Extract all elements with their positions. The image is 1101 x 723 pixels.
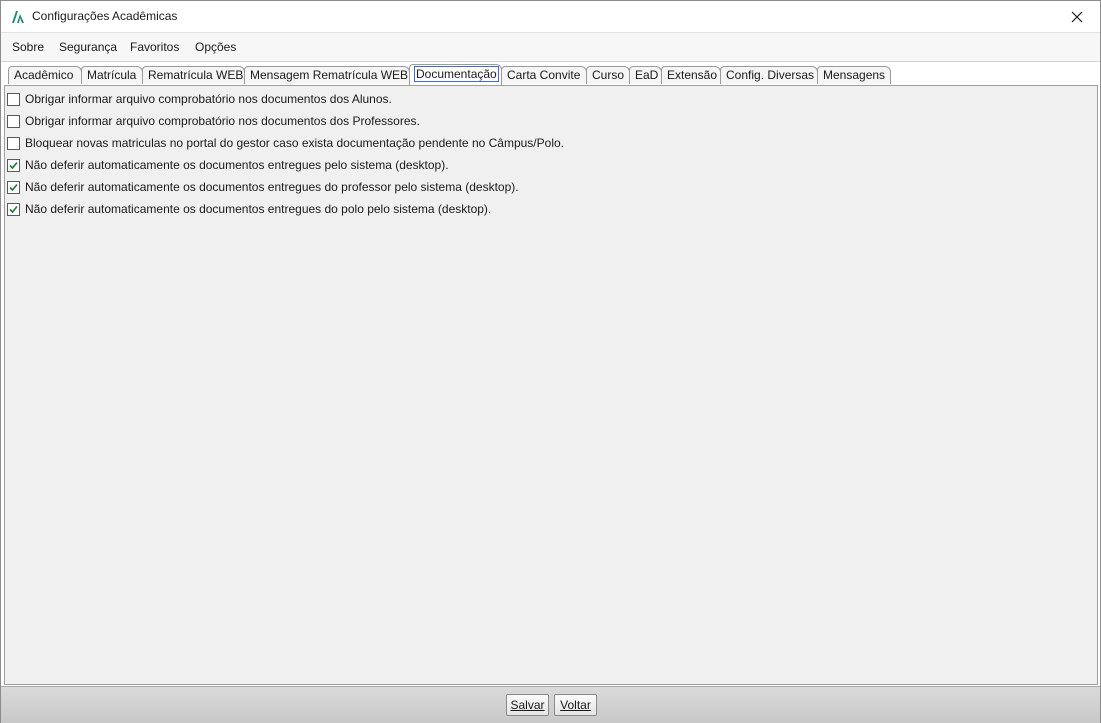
option-label: Bloquear novas matriculas no portal do g… [25,136,564,150]
tab-label: Carta Convite [507,68,581,82]
tab-strip: Acadêmico Matrícula Rematrícula WEB Mens… [1,61,1100,86]
footer-bar: Salvar Voltar [1,686,1100,723]
option-label: Obrigar informar arquivo comprobatório n… [25,114,420,128]
save-button[interactable]: Salvar [506,694,549,716]
documentacao-panel: Obrigar informar arquivo comprobatório n… [4,85,1098,685]
option-label: Não deferir automaticamente os documento… [25,202,492,216]
tab-label: Matrícula [87,68,137,82]
tab-rematricula-web[interactable]: Rematrícula WEB [142,66,245,84]
check-icon [9,205,18,213]
tab-mensagem-rematricula-web[interactable]: Mensagem Rematrícula WEB [244,66,410,84]
tab-label: Mensagens [823,68,886,82]
back-button[interactable]: Voltar [554,694,597,716]
menu-seguranca[interactable]: Segurança [59,40,117,54]
app-window: Configurações Acadêmicas Sobre Segurança… [0,0,1101,723]
tab-label: Extensão [667,68,718,82]
option-arquivo-professores[interactable]: Obrigar informar arquivo comprobatório n… [7,112,420,130]
checkbox[interactable] [7,114,20,128]
menu-sobre[interactable]: Sobre [12,40,44,54]
tab-documentacao[interactable]: Documentação [409,64,502,85]
tab-label: EaD [635,68,659,82]
tab-config-diversas[interactable]: Config. Diversas [720,66,818,84]
option-arquivo-alunos[interactable]: Obrigar informar arquivo comprobatório n… [7,90,392,108]
tab-mensagens[interactable]: Mensagens [817,66,891,84]
tab-ead[interactable]: EaD [629,66,662,84]
window-title: Configurações Acadêmicas [32,9,178,23]
save-label: Salvar [510,698,545,712]
check-icon [9,183,18,191]
app-logo-icon [12,11,24,23]
tab-label: Config. Diversas [726,68,815,82]
checkbox[interactable] [7,202,20,216]
tab-label: Acadêmico [14,68,74,82]
option-bloquear-matriculas[interactable]: Bloquear novas matriculas no portal do g… [7,134,564,152]
option-label: Não deferir automaticamente os documento… [25,180,519,194]
tab-carta-convite[interactable]: Carta Convite [501,66,587,84]
option-nao-deferir-professor[interactable]: Não deferir automaticamente os documento… [7,178,519,196]
menu-opcoes[interactable]: Opções [195,40,236,54]
menu-bar: Sobre Segurança Favoritos Opções [1,32,1100,62]
checkbox[interactable] [7,92,20,106]
option-nao-deferir-sistema[interactable]: Não deferir automaticamente os documento… [7,156,449,174]
tab-label: Documentação [414,66,499,82]
close-icon [1071,11,1083,22]
tab-label: Curso [592,68,625,82]
tab-academico[interactable]: Acadêmico [8,66,82,84]
tab-curso[interactable]: Curso [586,66,630,84]
tab-label: Mensagem Rematrícula WEB [250,68,409,82]
menu-favoritos[interactable]: Favoritos [130,40,179,54]
tab-extensao[interactable]: Extensão [661,66,721,84]
tab-matricula[interactable]: Matrícula [81,66,143,84]
title-bar: Configurações Acadêmicas [1,1,1100,32]
check-icon [9,161,18,169]
option-label: Obrigar informar arquivo comprobatório n… [25,92,392,106]
option-label: Não deferir automaticamente os documento… [25,158,449,172]
checkbox[interactable] [7,158,20,172]
back-label: Voltar [560,698,591,712]
option-nao-deferir-polo[interactable]: Não deferir automaticamente os documento… [7,200,491,218]
tab-label: Rematrícula WEB [148,68,244,82]
checkbox[interactable] [7,180,20,194]
close-button[interactable] [1054,1,1100,32]
checkbox[interactable] [7,136,20,150]
